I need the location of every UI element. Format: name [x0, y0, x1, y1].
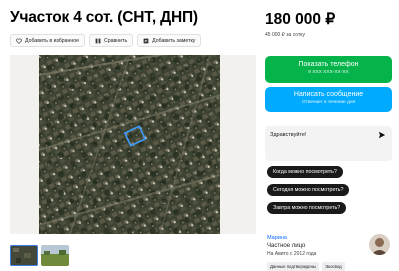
note-icon: [143, 38, 149, 43]
thumbnail-aerial-image: [10, 245, 38, 266]
thumbnail-1[interactable]: [10, 245, 38, 266]
badge-data-verified: Данные подтверждены: [267, 262, 320, 271]
seller-badges: Данные подтверждены Экосвод: [267, 262, 345, 271]
seller-name-link[interactable]: Марина: [267, 235, 287, 241]
write-message-button[interactable]: Написать сообщение Отвечает в течение дн…: [265, 87, 392, 112]
add-to-favorites-button[interactable]: Добавить в избранное: [10, 34, 86, 47]
photo-thumbnails: [10, 245, 69, 266]
chat-box: Здравствуйте!: [265, 126, 392, 161]
seller-type: Частное лицо: [267, 243, 306, 249]
quick-question-1[interactable]: Когда можно посмотреть?: [267, 166, 343, 178]
show-phone-label: Показать телефон: [298, 61, 359, 68]
thumbnail-2[interactable]: [41, 245, 69, 266]
show-phone-button[interactable]: Показать телефон 8 XXX XXX-XX-XX: [265, 56, 392, 83]
seller-avatar[interactable]: [369, 234, 390, 255]
quick-question-2[interactable]: Сегодня можно посмотреть?: [267, 184, 350, 196]
chat-message-input[interactable]: Здравствуйте!: [270, 132, 306, 138]
add-note-label: Добавить заметку: [152, 37, 196, 44]
avatar-image: [369, 234, 390, 255]
thumbnail-field-image: [41, 245, 69, 266]
add-note-button[interactable]: Добавить заметку: [137, 34, 202, 47]
price: 180 000 ₽: [265, 11, 336, 28]
write-message-label: Написать сообщение: [293, 91, 364, 98]
listing-actions: Добавить в избранное Сравнить Добавить з…: [10, 34, 202, 47]
price-per-unit: 45 000 ₽ за сотку: [265, 32, 305, 38]
main-photo[interactable]: [10, 55, 256, 234]
aerial-photo-image: [10, 55, 256, 234]
compare-button[interactable]: Сравнить: [89, 34, 134, 47]
heart-icon: [16, 38, 22, 44]
compare-icon: [95, 38, 101, 43]
phone-number-mask: 8 XXX XXX-XX-XX: [308, 70, 349, 75]
compare-label: Сравнить: [104, 37, 128, 44]
send-icon[interactable]: [378, 131, 386, 141]
quick-question-3[interactable]: Завтра можно посмотреть?: [267, 202, 347, 214]
badge-ecosvod: Экосвод: [322, 262, 345, 271]
seller-since: На Авито с 2012 года: [267, 251, 317, 257]
listing-title: Участок 4 сот. (СНТ, ДНП): [10, 9, 198, 26]
add-to-favorites-label: Добавить в избранное: [25, 37, 80, 44]
response-time-label: Отвечает в течение дня: [301, 100, 356, 105]
